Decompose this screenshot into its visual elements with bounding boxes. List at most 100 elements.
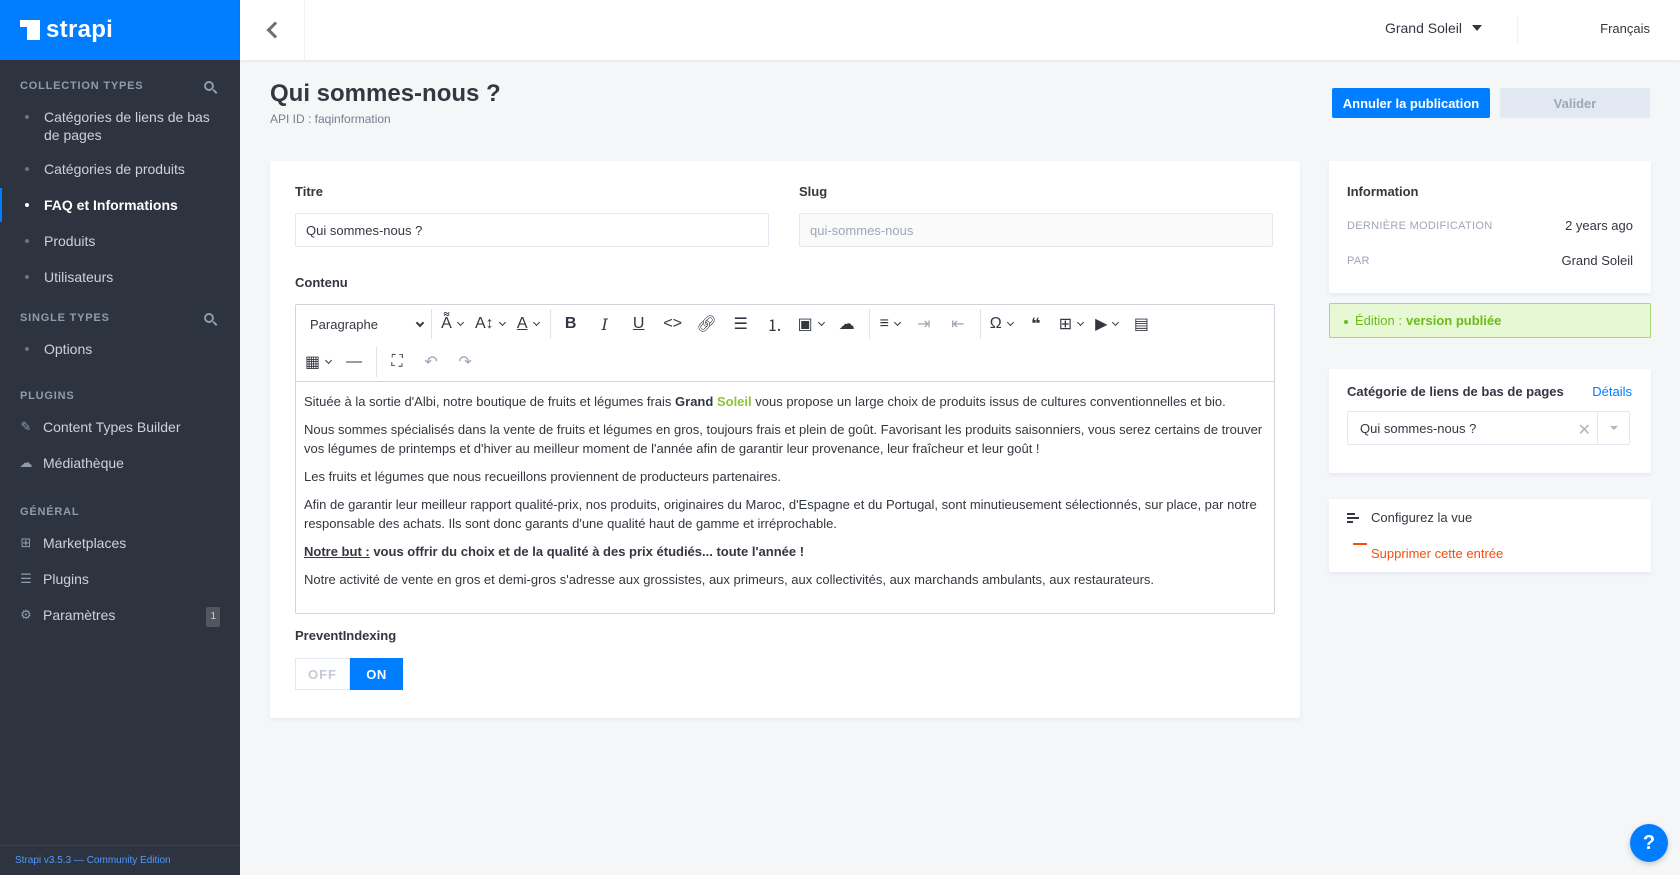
chevron-down-icon [817,318,825,327]
toggle-off-option[interactable]: OFF [295,658,350,690]
clear-icon[interactable]: ✕ [1578,420,1591,440]
unpublish-button[interactable]: Annuler la publication [1332,88,1490,118]
font-family-button[interactable]: A͌ [438,309,466,339]
strapi-logo[interactable]: strapi [0,0,240,60]
media-embed-button[interactable]: ▶ [1092,309,1121,339]
outdent-icon: ⇤ [951,316,965,333]
editor-content[interactable]: Située à la sortie d'Albi, notre boutiqu… [296,382,1274,608]
language-selector[interactable]: Français [1600,21,1650,36]
table-icon: ⊞ [1058,316,1073,333]
search-icon[interactable] [204,313,214,323]
version-footer[interactable]: Strapi v3.5.3 — Community Edition [0,845,240,875]
sidebar-item-categories-liens[interactable]: Catégories de liens de bas de pages [0,108,240,144]
omega-icon: Ω [989,315,1002,332]
sidebar-item-options[interactable]: Options [0,340,240,358]
font-family-icon: A͌ [441,315,452,332]
outdent-button[interactable]: ⇤ [944,309,972,339]
content-paragraph: Notre activité de vente en gros et demi-… [304,572,1155,587]
insert-image-button[interactable]: ▣ [795,309,827,339]
gear-icon: ⚙ [20,607,32,622]
bold-button[interactable]: B [557,309,585,339]
help-button[interactable]: ? [1630,824,1668,862]
chevron-down-icon [1077,318,1085,327]
underline-button[interactable]: U [625,309,653,339]
sidebar-item-categories-produits[interactable]: Catégories de produits [0,160,240,178]
bulleted-list-icon: ☰ [733,316,748,333]
sidebar-item-plugins[interactable]: ☰ Plugins [0,570,240,588]
sidebar-item-parametres[interactable]: ⚙ Paramètres 1 [0,606,240,627]
content-paragraph: Les fruits et légumes que nous recueillo… [304,469,781,484]
cloud-upload-icon: ☁ [838,316,855,333]
relation-title: Catégorie de liens de bas de pages [1347,384,1564,399]
chevron-down-icon [893,318,902,327]
upload-media-button[interactable]: ☁ [833,309,861,339]
redo-button[interactable]: ↷ [451,347,479,377]
chevron-down-icon [1112,318,1120,327]
goal-label: Notre but : [304,544,370,559]
toggle-on-option[interactable]: ON [350,658,403,690]
bulleted-list-button[interactable]: ☰ [727,309,755,339]
strapi-logo-icon [20,20,40,40]
sidebar-item-marketplaces[interactable]: ⊞ Marketplaces [0,534,240,552]
notification-badge: 1 [206,607,220,627]
chevron-down-icon [498,318,506,327]
prevent-indexing-toggle[interactable]: OFF ON [295,658,403,690]
special-chars-button[interactable]: Ω [987,309,1016,339]
last-modified-label: Dernière modification [1347,219,1493,232]
chevron-down-icon [415,318,425,327]
fullscreen-button[interactable]: ⛶ [383,347,411,377]
align-button[interactable]: ≡ [876,309,904,339]
numbered-list-button[interactable]: ⒈ [761,309,789,339]
paragraph-format-select[interactable]: Paragraphe [302,309,432,339]
toolbar-divider [979,309,981,339]
collection-types-header: Collection Types [0,80,240,92]
sidebar-item-content-types-builder[interactable]: ✎ Content Types Builder [0,418,240,436]
media-embed-icon: ▶ [1095,316,1108,333]
delete-entry-link[interactable]: Supprimer cette entrée [1347,546,1503,561]
sidebar-item-faq[interactable]: FAQ et Informations [0,188,240,222]
html-embed-button[interactable]: ▤ [1127,309,1155,339]
back-button[interactable] [240,0,305,60]
search-icon[interactable] [204,81,214,91]
link-button[interactable]: 🔗︎ [693,309,721,339]
general-header: Général [20,506,80,518]
titre-input[interactable]: Qui sommes-nous ? [295,213,769,247]
details-link[interactable]: Détails [1592,384,1632,399]
chevron-down-icon [456,318,464,327]
italic-icon: I [601,314,608,334]
italic-button[interactable]: I [591,309,619,339]
indent-button[interactable]: ⇥ [910,309,938,339]
font-size-icon: A↕ [475,315,494,332]
dropdown-toggle[interactable] [1597,412,1629,444]
basket-icon: ⊞ [20,535,32,550]
source-editing-button[interactable]: ▦ [302,347,334,377]
sidebar-item-produits[interactable]: Produits [0,232,240,250]
brand-soleil: Soleil [716,394,752,409]
relation-selected-value: Qui sommes-nous ? [1360,420,1477,436]
html-embed-icon: ▤ [1133,316,1150,333]
slug-input[interactable]: qui-sommes-nous [799,213,1273,247]
bullet-icon [25,239,29,243]
undo-button[interactable]: ↶ [417,347,445,377]
insert-table-button[interactable]: ⊞ [1056,309,1086,339]
edit-form-card: Titre Qui sommes-nous ? Slug qui-sommes-… [270,161,1300,718]
redo-icon: ↷ [458,354,472,371]
code-button[interactable]: <> [659,309,687,339]
text-color-button[interactable]: A [514,309,542,339]
content-paragraph: Nous sommes spécialisés dans la vente de… [304,422,1263,456]
titre-label: Titre [295,184,323,199]
relation-select[interactable]: Qui sommes-nous ? ✕ [1347,411,1630,445]
caret-down-icon [1609,426,1618,430]
cloud-upload-icon: ☁ [19,455,33,470]
sidebar-item-mediatheque[interactable]: ☁ Médiathèque [0,454,240,472]
validate-button[interactable]: Valider [1500,88,1650,118]
rich-text-editor: Paragraphe A͌ A↕ A B I U <> 🔗︎ ☰ ⒈ ▣ ☁ ≡… [295,304,1275,614]
user-menu[interactable]: Grand Soleil [1385,20,1482,36]
source-icon: ▦ [305,354,321,371]
brand-grand: Grand [675,394,714,409]
configure-view-link[interactable]: Configurez la vue [1347,510,1472,525]
sidebar-item-utilisateurs[interactable]: Utilisateurs [0,268,240,286]
blockquote-button[interactable]: ❝ [1022,309,1050,339]
horizontal-line-button[interactable]: — [340,347,368,377]
font-size-button[interactable]: A↕ [472,309,508,339]
